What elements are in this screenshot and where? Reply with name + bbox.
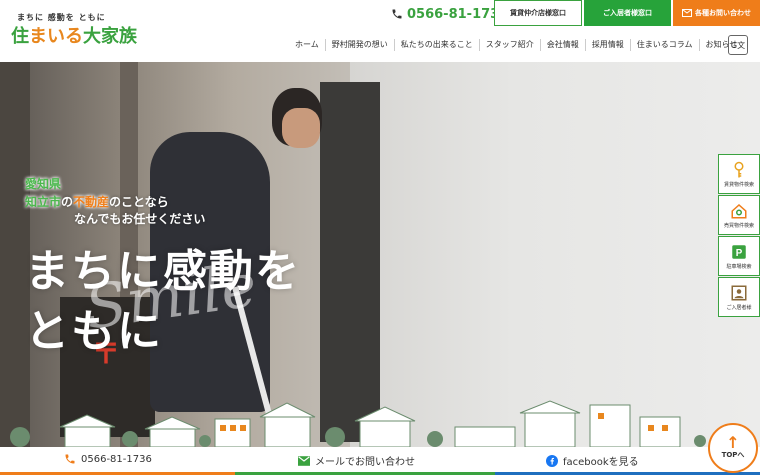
contact-button[interactable]: 各種お問い合わせ xyxy=(673,0,760,26)
svg-text:P: P xyxy=(736,247,743,258)
hero-headline-2: ともに xyxy=(25,306,163,357)
translate-icon[interactable]: G文 xyxy=(728,35,748,55)
contact-label: 各種お問い合わせ xyxy=(695,9,751,17)
hero-kicker: 愛知県 xyxy=(25,177,62,191)
resident-button[interactable]: ご入居者様窓口 xyxy=(584,0,671,26)
resident-label: ご入居者様窓口 xyxy=(603,9,652,17)
back-to-top-label: TOPへ xyxy=(721,451,745,459)
hero-subline: 知立市の不動産のことなら xyxy=(25,193,169,210)
facebook-icon xyxy=(546,454,558,467)
hero-photo-right xyxy=(350,62,760,447)
parking-search-label: 駐車場検索 xyxy=(726,263,752,270)
town-illustration xyxy=(10,400,706,447)
hero-suffix: のことなら xyxy=(109,195,169,209)
footer-mail-link[interactable]: メールでお問い合わせ xyxy=(298,453,415,468)
rent-agency-button[interactable]: 賃貸仲介店様窓口 xyxy=(494,0,582,26)
parking-icon: P xyxy=(732,244,746,259)
footer-facebook-link[interactable]: facebookを見る xyxy=(546,453,639,468)
key-icon xyxy=(734,161,744,177)
nav-item-staff[interactable]: スタッフ紹介 xyxy=(480,39,541,51)
hero-realestate: 不動産 xyxy=(73,195,110,209)
resident-label-tab: ご入居者様 xyxy=(726,304,752,311)
footer-phone-link[interactable]: 0566-81-1736 xyxy=(64,453,152,465)
parking-search-tab[interactable]: P 駐車場検索 xyxy=(718,236,760,276)
logo-text-2: まいる xyxy=(29,26,83,47)
nav-item-philosophy[interactable]: 野村開発の想い xyxy=(326,39,395,51)
sale-search-tab[interactable]: 売買物件検索 xyxy=(718,195,760,235)
logo-text-3: 大家族 xyxy=(83,26,137,47)
phone-icon xyxy=(65,454,75,464)
nav-item-services[interactable]: 私たちの出来ること xyxy=(395,39,480,51)
site-logo[interactable]: 住まいる大家族 xyxy=(11,22,137,48)
phone-icon xyxy=(392,9,402,19)
nav-item-home[interactable]: ホーム xyxy=(289,39,326,51)
house-search-icon xyxy=(731,203,747,218)
hero-headline-1: まちに感動を xyxy=(25,246,301,297)
footer-mail-label: メールでお問い合わせ xyxy=(315,457,415,468)
rent-search-label: 賃貸物件検索 xyxy=(723,181,754,188)
header-phone[interactable]: 0566-81-1736 xyxy=(391,4,508,24)
person-face xyxy=(282,108,320,148)
mail-icon xyxy=(298,455,310,466)
nav-item-company[interactable]: 会社情報 xyxy=(541,39,586,51)
footer-phone-number: 0566-81-1736 xyxy=(81,453,152,465)
hero-subline-2: なんでもお任せください xyxy=(74,212,206,226)
bottom-bar: 0566-81-1736 メールでお問い合わせ facebookを見る xyxy=(0,447,760,475)
mail-icon xyxy=(682,9,692,17)
hero-particle: の xyxy=(61,195,74,209)
arrow-up-icon: ↑ xyxy=(726,433,740,452)
main-nav: ホーム 野村開発の想い 私たちの出来ること スタッフ紹介 会社情報 採用情報 住… xyxy=(289,36,743,54)
rent-agency-label: 賃貸仲介店様窓口 xyxy=(510,9,566,17)
site-header: まちに 感動を ともに 住まいる大家族 0566-81-1736 賃貸仲介店様窓… xyxy=(0,0,760,62)
hero-city: 知立市 xyxy=(25,195,62,209)
footer-facebook-label: facebookを見る xyxy=(563,457,639,468)
nav-item-column[interactable]: 住まいるコラム xyxy=(631,39,700,51)
nav-item-recruit[interactable]: 採用情報 xyxy=(586,39,631,51)
rent-search-tab[interactable]: 賃貸物件検索 xyxy=(718,154,760,194)
resident-tab[interactable]: ご入居者様 xyxy=(718,277,760,317)
hero-section: 〒 Smile 愛知県 知立市の不動産のことなら なんでもお任せください まちに… xyxy=(0,62,760,447)
door xyxy=(320,82,380,442)
resident-icon xyxy=(731,285,747,300)
logo-text-1: 住 xyxy=(11,26,29,47)
sale-search-label: 売買物件検索 xyxy=(723,222,754,229)
back-to-top-button[interactable]: ↑ TOPへ xyxy=(708,423,758,473)
